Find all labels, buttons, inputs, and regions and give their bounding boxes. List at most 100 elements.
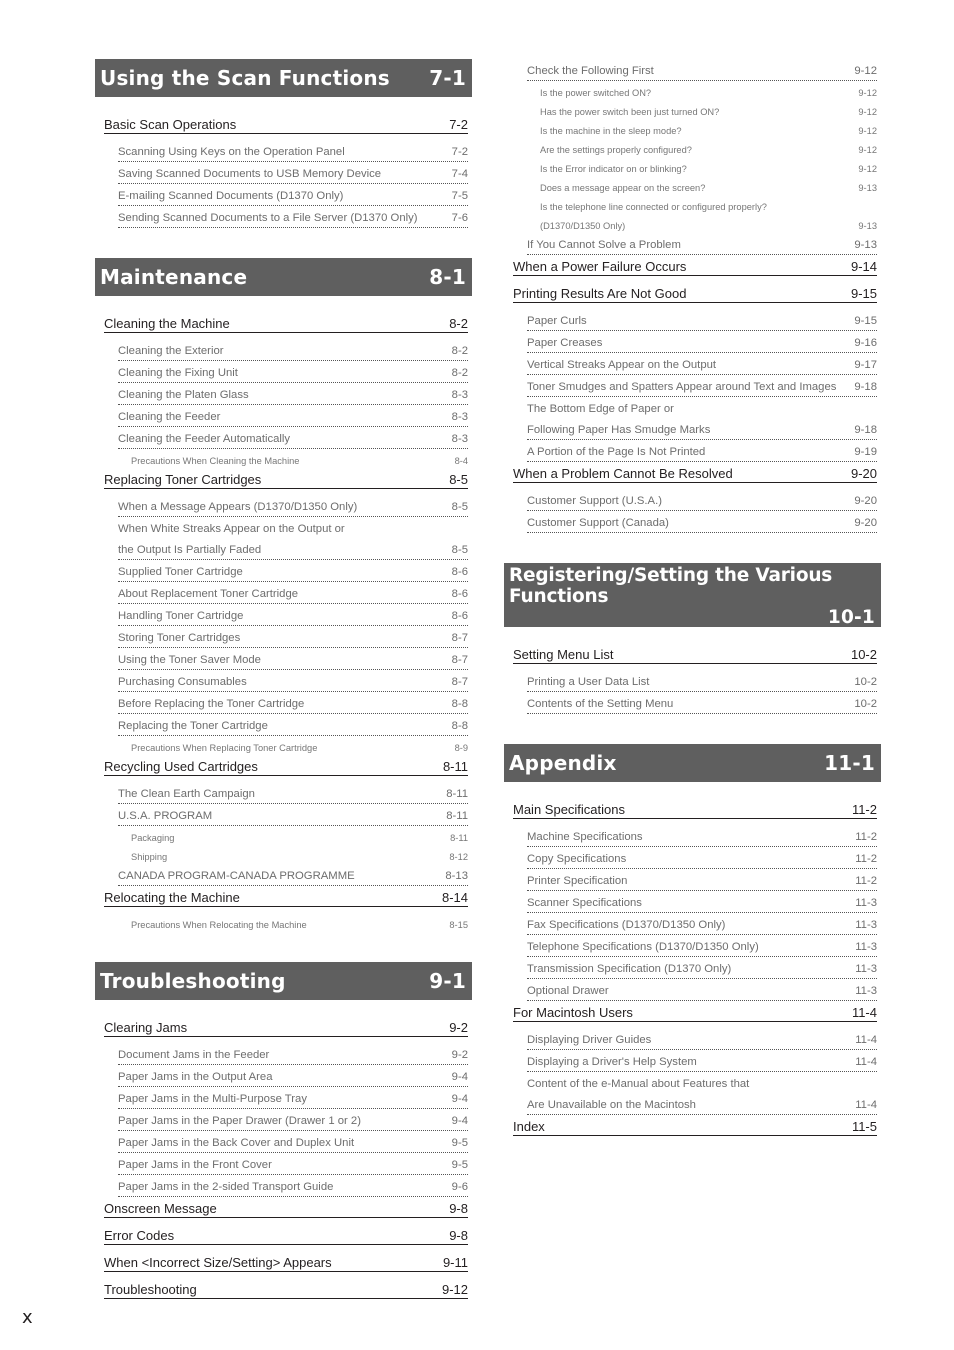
toc-entry-level2[interactable]: When White Streaks Appear on the Output … <box>118 519 468 538</box>
toc-entry-level2[interactable]: Sending Scanned Documents to a File Serv… <box>118 208 468 228</box>
toc-entry-level2[interactable]: Machine Specifications 11-2 <box>527 827 877 847</box>
chapter-header-appendix[interactable]: Appendix 11-1 <box>504 744 881 782</box>
toc-entry-page: 11-3 <box>855 897 877 909</box>
toc-entry-level2[interactable]: The Clean Earth Campaign 8-11 <box>118 784 468 804</box>
toc-entry-level1[interactable]: Replacing Toner Cartridges 8-5 <box>104 470 468 489</box>
toc-entry-title: Toner Smudges and Spatters Appear around… <box>527 381 837 393</box>
toc-entry-level2[interactable]: Telephone Specifications (D1370/D1350 On… <box>527 937 877 957</box>
toc-entry-level2[interactable]: Document Jams in the Feeder 9-2 <box>118 1045 468 1065</box>
toc-entry-level1[interactable]: Basic Scan Operations 7-2 <box>104 115 468 134</box>
toc-entry-level1[interactable]: Printing Results Are Not Good 9-15 <box>513 284 877 303</box>
toc-entry-level2[interactable]: Optional Drawer 11-3 <box>527 981 877 1001</box>
toc-entry-level2[interactable]: the Output Is Partially Faded 8-5 <box>118 540 468 560</box>
toc-entry-page: 8-7 <box>451 676 468 688</box>
chapter-page-number: 7-1 <box>429 66 466 90</box>
toc-entry-level2[interactable]: Saving Scanned Documents to USB Memory D… <box>118 164 468 184</box>
toc-entry-level2[interactable]: When a Message Appears (D1370/D1350 Only… <box>118 497 468 517</box>
toc-entry-title: When <Incorrect Size/Setting> Appears <box>104 1255 332 1270</box>
toc-entry-level2[interactable]: Scanner Specifications 11-3 <box>527 893 877 913</box>
toc-entry-level1[interactable]: Index 11-5 <box>513 1117 877 1136</box>
toc-entry-level1[interactable]: Error Codes 9-8 <box>104 1226 468 1245</box>
toc-entry-level2[interactable]: Customer Support (Canada) 9-20 <box>527 513 877 533</box>
toc-entry-level2[interactable]: Supplied Toner Cartridge 8-6 <box>118 562 468 582</box>
toc-entry-title: When White Streaks Appear on the Output … <box>118 523 345 535</box>
toc-entry-level3: Has the power switch been just turned ON… <box>540 102 877 121</box>
toc-entry-page: 8-3 <box>451 389 468 401</box>
toc-entry-level1[interactable]: Cleaning the Machine 8-2 <box>104 314 468 333</box>
toc-entry-level2[interactable]: If You Cannot Solve a Problem 9-13 <box>527 235 877 255</box>
toc-entry-level2[interactable]: Paper Jams in the Front Cover 9-5 <box>118 1155 468 1175</box>
toc-entry-page: 9-12 <box>858 164 877 174</box>
toc-entry-level2[interactable]: Printing a User Data List 10-2 <box>527 672 877 692</box>
toc-entry-level2[interactable]: Before Replacing the Toner Cartridge 8-8 <box>118 694 468 714</box>
toc-entry-level2[interactable]: Handling Toner Cartridge 8-6 <box>118 606 468 626</box>
toc-entry-page: 8-8 <box>451 720 468 732</box>
toc-entry-level2[interactable]: Scanning Using Keys on the Operation Pan… <box>118 142 468 162</box>
chapter-page-number: 10-1 <box>827 606 875 628</box>
toc-entry-level1[interactable]: Clearing Jams 9-2 <box>104 1018 468 1037</box>
toc-entry-title: Paper Jams in the Front Cover <box>118 1159 272 1171</box>
toc-entry-title: Relocating the Machine <box>104 890 240 905</box>
toc-entry-level2[interactable]: Copy Specifications 11-2 <box>527 849 877 869</box>
toc-entry-level2[interactable]: The Bottom Edge of Paper or <box>527 399 877 418</box>
toc-entry-level2[interactable]: A Portion of the Page Is Not Printed 9-19 <box>527 442 877 462</box>
toc-entry-level1[interactable]: Setting Menu List 10-2 <box>513 645 877 664</box>
toc-entry-level2[interactable]: CANADA PROGRAM-CANADA PROGRAMME 8-13 <box>118 866 468 886</box>
toc-entry-level1[interactable]: When a Problem Cannot Be Resolved 9-20 <box>513 464 877 483</box>
toc-entry-level2[interactable]: Content of the e-Manual about Features t… <box>527 1074 877 1093</box>
toc-entry-level2[interactable]: Are Unavailable on the Macintosh 11-4 <box>527 1095 877 1115</box>
toc-entry-level2[interactable]: Purchasing Consumables 8-7 <box>118 672 468 692</box>
toc-entry-level2[interactable]: Toner Smudges and Spatters Appear around… <box>527 377 877 397</box>
chapter-header-registering-setting-the-various-functions[interactable]: Registering/Setting the Various Function… <box>504 563 881 628</box>
toc-entry-level2[interactable]: Storing Toner Cartridges 8-7 <box>118 628 468 648</box>
toc-entry-title: Are the settings properly configured? <box>540 145 692 155</box>
toc-entry-level2[interactable]: Cleaning the Fixing Unit 8-2 <box>118 363 468 383</box>
toc-entry-level2[interactable]: About Replacement Toner Cartridge 8-6 <box>118 584 468 604</box>
toc-entry-level1[interactable]: For Macintosh Users 11-4 <box>513 1003 877 1022</box>
toc-entry-level2[interactable]: Contents of the Setting Menu 10-2 <box>527 694 877 714</box>
toc-entry-level2[interactable]: Using the Toner Saver Mode 8-7 <box>118 650 468 670</box>
toc-entry-level2[interactable]: Paper Curls 9-15 <box>527 311 877 331</box>
toc-entry-level2[interactable]: Cleaning the Feeder Automatically 8-3 <box>118 429 468 449</box>
toc-entry-level2[interactable]: Replacing the Toner Cartridge 8-8 <box>118 716 468 736</box>
toc-entry-level2[interactable]: Vertical Streaks Appear on the Output 9-1… <box>527 355 877 375</box>
toc-entry-level1[interactable]: Main Specifications 11-2 <box>513 800 877 819</box>
toc-entry-level2[interactable]: Paper Creases 9-16 <box>527 333 877 353</box>
chapter-header-troubleshooting[interactable]: Troubleshooting 9-1 <box>95 962 472 1000</box>
toc-entry-page: 8-6 <box>451 566 468 578</box>
toc-entry-level1[interactable]: Recycling Used Cartridges 8-11 <box>104 757 468 776</box>
toc-entry-level1[interactable]: When <Incorrect Size/Setting> Appears 9-1… <box>104 1253 468 1272</box>
toc-entry-level2[interactable]: Paper Jams in the Multi-Purpose Tray 9-4 <box>118 1089 468 1109</box>
toc-entry-level2[interactable]: Paper Jams in the 2-sided Transport Guid… <box>118 1177 468 1197</box>
toc-entry-level2[interactable]: Displaying a Driver's Help System 11-4 <box>527 1052 877 1072</box>
toc-entry-page: 9-19 <box>854 446 877 458</box>
toc-entry-level2[interactable]: Paper Jams in the Output Area 9-4 <box>118 1067 468 1087</box>
toc-entry-level1[interactable]: When a Power Failure Occurs 9-14 <box>513 257 877 276</box>
toc-entry-page: 11-4 <box>855 1056 877 1068</box>
toc-entry-level2[interactable]: Transmission Specification (D1370 Only) 1… <box>527 959 877 979</box>
toc-entry-level2[interactable]: Cleaning the Platen Glass 8-3 <box>118 385 468 405</box>
toc-entry-page: 8-11 <box>450 833 468 843</box>
toc-entry-level2[interactable]: E-mailing Scanned Documents (D1370 Only)… <box>118 186 468 206</box>
toc-entry-level1[interactable]: Onscreen Message 9-8 <box>104 1199 468 1218</box>
toc-entry-level2[interactable]: Displaying Driver Guides 11-4 <box>527 1030 877 1050</box>
toc-entry-level2[interactable]: Printer Specification 11-2 <box>527 871 877 891</box>
toc-entry-title: CANADA PROGRAM-CANADA PROGRAMME <box>118 870 355 882</box>
chapter-header-maintenance[interactable]: Maintenance 8-1 <box>95 258 472 296</box>
toc-entry-page: 9-2 <box>449 1020 468 1035</box>
toc-entry-title: Is the power switched ON? <box>540 88 652 98</box>
toc-entry-level1[interactable]: Troubleshooting 9-12 <box>104 1280 468 1299</box>
toc-entry-level2[interactable]: Paper Jams in the Back Cover and Duplex … <box>118 1133 468 1153</box>
toc-entry-level2[interactable]: Fax Specifications (D1370/D1350 Only) 11-… <box>527 915 877 935</box>
toc-entry-level2[interactable]: Cleaning the Exterior 8-2 <box>118 341 468 361</box>
toc-entry-page: 9-13 <box>858 221 877 231</box>
toc-entry-level1[interactable]: Relocating the Machine 8-14 <box>104 888 468 907</box>
chapter-header-using-the-scan-functions[interactable]: Using the Scan Functions 7-1 <box>95 59 472 97</box>
toc-entry-level2[interactable]: Paper Jams in the Paper Drawer (Drawer 1… <box>118 1111 468 1131</box>
toc-entry-title: Displaying a Driver's Help System <box>527 1056 697 1068</box>
toc-entry-level2[interactable]: U.S.A. PROGRAM 8-11 <box>118 806 468 826</box>
toc-entry-level2[interactable]: Customer Support (U.S.A.) 9-20 <box>527 491 877 511</box>
toc-entry-level2[interactable]: Following Paper Has Smudge Marks 9-18 <box>527 420 877 440</box>
toc-entry-level2[interactable]: Check the Following First 9-12 <box>527 61 877 81</box>
toc-entry-level2[interactable]: Cleaning the Feeder 8-3 <box>118 407 468 427</box>
